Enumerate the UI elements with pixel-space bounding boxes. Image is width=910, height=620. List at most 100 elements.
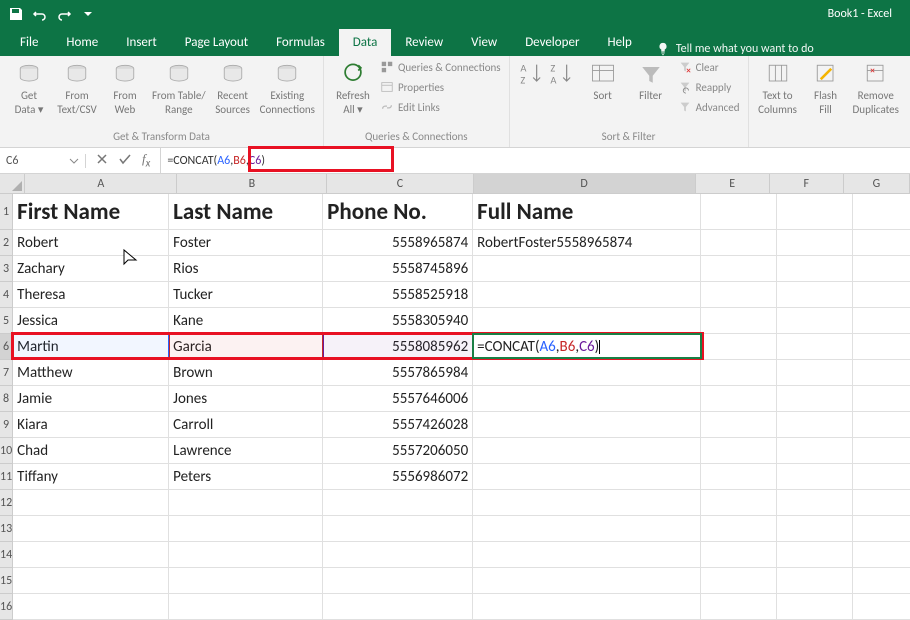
cell-A6[interactable]: Martin xyxy=(13,334,169,360)
tell-me-search[interactable]: Tell me what you want to do xyxy=(656,42,814,56)
cell-G9[interactable] xyxy=(853,412,910,438)
get-data-btn-5[interactable]: ExistingConnections xyxy=(260,60,315,116)
cell-A1[interactable]: First Name xyxy=(13,194,169,230)
tab-help[interactable]: Help xyxy=(593,29,645,56)
cell-F13[interactable] xyxy=(777,516,853,542)
get-data-btn-0[interactable]: GetData ▾ xyxy=(8,60,50,116)
cell-G13[interactable] xyxy=(853,516,910,542)
cell-C12[interactable] xyxy=(323,490,473,516)
cell-G14[interactable] xyxy=(853,542,910,568)
cell-C2[interactable]: 5558965874 xyxy=(323,230,473,256)
cell-E13[interactable] xyxy=(701,516,777,542)
get-data-btn-3[interactable]: From Table/Range xyxy=(152,60,206,116)
col-header-F[interactable]: F xyxy=(770,174,844,193)
refresh-all-button[interactable]: Refresh All ▾ xyxy=(332,60,374,116)
tab-data[interactable]: Data xyxy=(339,29,392,56)
cell-E7[interactable] xyxy=(701,360,777,386)
row-header-11[interactable]: 11 xyxy=(0,464,12,490)
cell-E6[interactable] xyxy=(701,334,777,360)
enter-formula-button[interactable] xyxy=(118,153,132,169)
cell-D12[interactable] xyxy=(473,490,701,516)
cell-E4[interactable] xyxy=(701,282,777,308)
cell-E3[interactable] xyxy=(701,256,777,282)
cell-D3[interactable] xyxy=(473,256,701,282)
cell-C3[interactable]: 5558745896 xyxy=(323,256,473,282)
row-header-15[interactable]: 15 xyxy=(0,568,12,594)
cell-A15[interactable] xyxy=(13,568,169,594)
cell-C6[interactable]: 5558085962 xyxy=(323,334,473,360)
cell-B10[interactable]: Lawrence xyxy=(169,438,323,464)
sort-desc-button[interactable]: ZA xyxy=(548,60,576,88)
cell-G1[interactable] xyxy=(853,194,910,230)
cell-E1[interactable] xyxy=(701,194,777,230)
cell-C15[interactable] xyxy=(323,568,473,594)
cell-E14[interactable] xyxy=(701,542,777,568)
cell-D11[interactable] xyxy=(473,464,701,490)
data-tool-btn-2[interactable]: RemoveDuplicates xyxy=(853,60,899,116)
cell-B5[interactable]: Kane xyxy=(169,308,323,334)
sort-asc-button[interactable]: AZ xyxy=(518,60,546,88)
cell-G10[interactable] xyxy=(853,438,910,464)
cell-A13[interactable] xyxy=(13,516,169,542)
cell-G16[interactable] xyxy=(853,594,910,620)
cell-G6[interactable] xyxy=(853,334,910,360)
tab-formulas[interactable]: Formulas xyxy=(262,29,339,56)
tab-insert[interactable]: Insert xyxy=(112,29,171,56)
row-header-12[interactable]: 12 xyxy=(0,490,12,516)
tab-home[interactable]: Home xyxy=(52,29,112,56)
cell-B14[interactable] xyxy=(169,542,323,568)
cell-C13[interactable] xyxy=(323,516,473,542)
save-icon[interactable] xyxy=(8,6,24,22)
cell-A10[interactable]: Chad xyxy=(13,438,169,464)
cell-D1[interactable]: Full Name xyxy=(473,194,701,230)
cell-F3[interactable] xyxy=(777,256,853,282)
col-header-G[interactable]: G xyxy=(844,174,910,193)
cell-E8[interactable] xyxy=(701,386,777,412)
cell-F8[interactable] xyxy=(777,386,853,412)
cell-A16[interactable] xyxy=(13,594,169,620)
redo-icon[interactable] xyxy=(56,6,72,22)
cell-A12[interactable] xyxy=(13,490,169,516)
cell-D14[interactable] xyxy=(473,542,701,568)
cell-F9[interactable] xyxy=(777,412,853,438)
cell-E16[interactable] xyxy=(701,594,777,620)
row-header-14[interactable]: 14 xyxy=(0,542,12,568)
cell-D13[interactable] xyxy=(473,516,701,542)
cell-A2[interactable]: Robert xyxy=(13,230,169,256)
cell-A8[interactable]: Jamie xyxy=(13,386,169,412)
cell-C1[interactable]: Phone No. xyxy=(323,194,473,230)
col-header-A[interactable]: A xyxy=(25,174,177,193)
row-header-10[interactable]: 10 xyxy=(0,438,12,464)
cell-B1[interactable]: Last Name xyxy=(169,194,323,230)
cell-B2[interactable]: Foster xyxy=(169,230,323,256)
formula-input[interactable]: =CONCAT(A6,B6,C6) xyxy=(161,154,910,168)
tab-page-layout[interactable]: Page Layout xyxy=(171,29,262,56)
cell-A5[interactable]: Jessica xyxy=(13,308,169,334)
tab-file[interactable]: File xyxy=(6,29,52,56)
get-data-btn-4[interactable]: RecentSources xyxy=(212,60,254,116)
cell-F16[interactable] xyxy=(777,594,853,620)
cell-F11[interactable] xyxy=(777,464,853,490)
get-data-btn-1[interactable]: FromText/CSV xyxy=(56,60,98,116)
col-header-B[interactable]: B xyxy=(177,174,327,193)
col-header-C[interactable]: C xyxy=(327,174,473,193)
cell-C9[interactable]: 5557426028 xyxy=(323,412,473,438)
cell-G3[interactable] xyxy=(853,256,910,282)
cell-B4[interactable]: Tucker xyxy=(169,282,323,308)
cell-D15[interactable] xyxy=(473,568,701,594)
cell-D2[interactable]: RobertFoster5558965874 xyxy=(473,230,701,256)
tab-review[interactable]: Review xyxy=(391,29,457,56)
advanced-filter-button[interactable]: Advanced xyxy=(678,100,740,114)
row-header-9[interactable]: 9 xyxy=(0,412,12,438)
clear-filter-button[interactable]: Clear xyxy=(678,60,740,74)
undo-icon[interactable] xyxy=(32,6,48,22)
data-tool-btn-1[interactable]: FlashFill xyxy=(805,60,847,116)
select-all-corner[interactable] xyxy=(0,174,25,193)
cell-D16[interactable] xyxy=(473,594,701,620)
row-header-7[interactable]: 7 xyxy=(0,360,12,386)
cell-E2[interactable] xyxy=(701,230,777,256)
cell-F14[interactable] xyxy=(777,542,853,568)
cell-G11[interactable] xyxy=(853,464,910,490)
sort-button[interactable]: Sort xyxy=(582,60,624,102)
col-header-E[interactable]: E xyxy=(696,174,770,193)
